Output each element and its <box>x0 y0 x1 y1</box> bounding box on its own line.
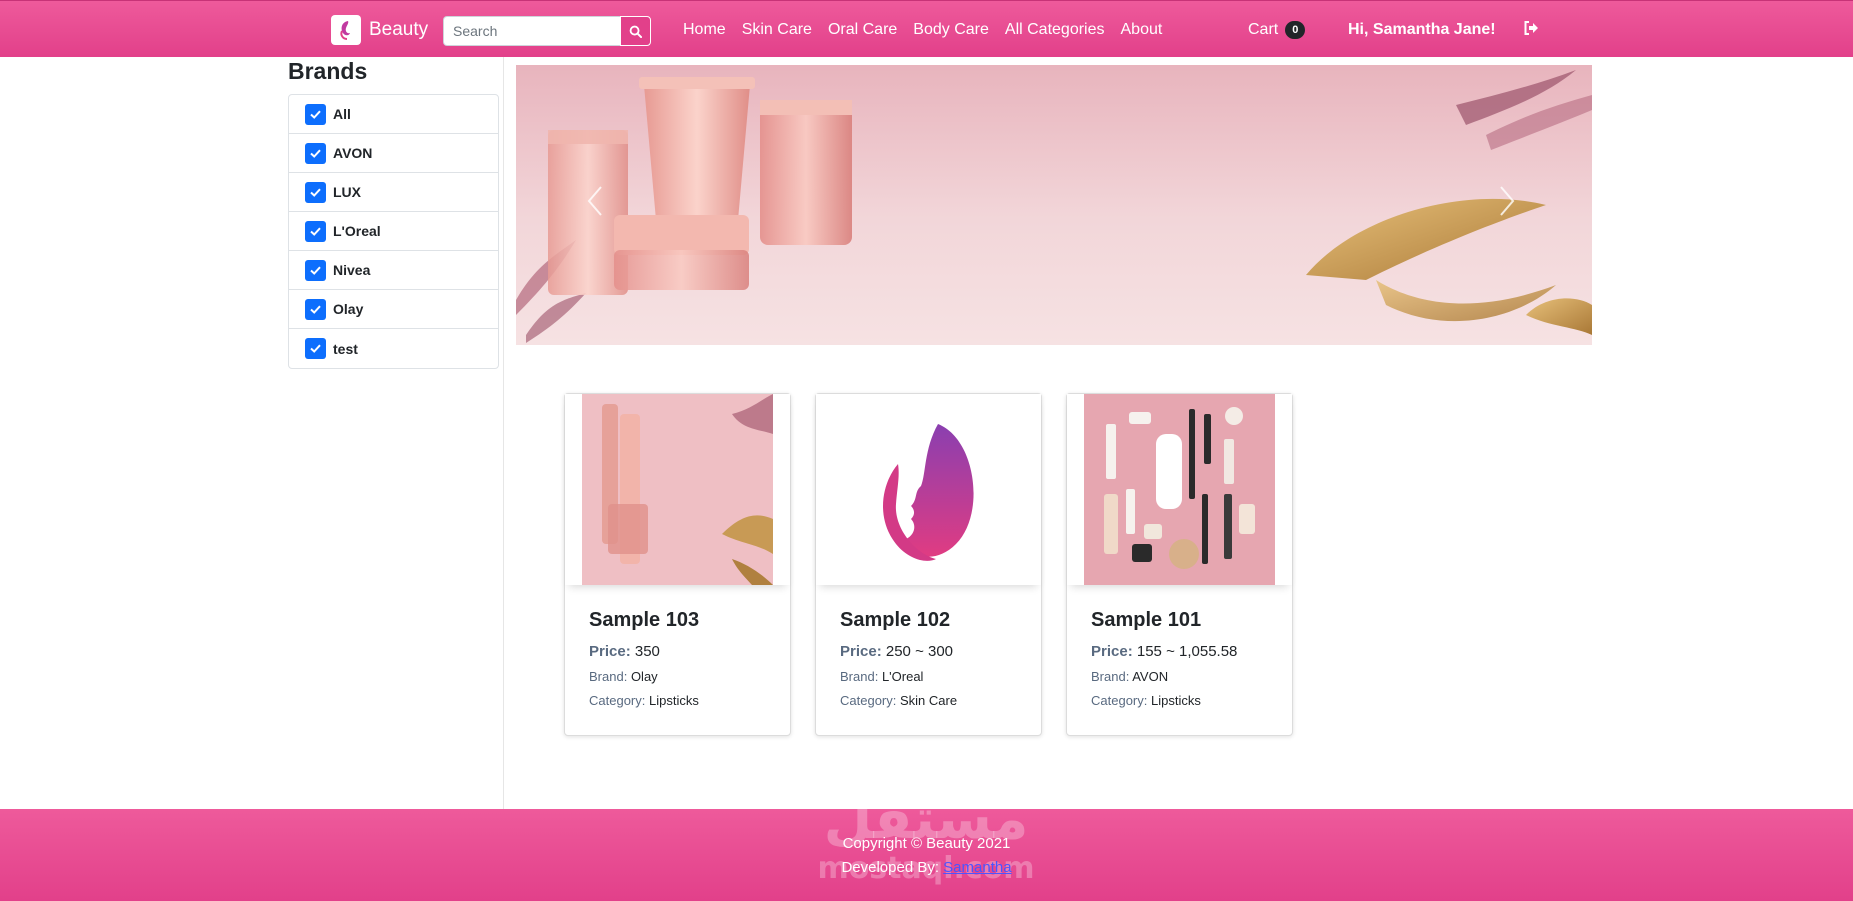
product-image <box>1084 394 1275 585</box>
category-label: Category: <box>1091 693 1148 708</box>
sign-out-icon <box>1524 21 1538 35</box>
checkbox-checked-icon[interactable] <box>305 259 326 281</box>
checkbox-checked-icon[interactable] <box>305 142 326 164</box>
brand-filter-label: Nivea <box>333 262 371 278</box>
product-image <box>582 394 773 585</box>
chevron-right-icon <box>1500 186 1515 216</box>
chevron-left-icon <box>587 186 602 216</box>
cart-label: Cart <box>1248 21 1279 38</box>
brand-label: Brand: <box>589 669 628 684</box>
brand-filter-label: LUX <box>333 184 361 200</box>
nav-all-categories[interactable]: All Categories <box>1005 21 1105 39</box>
brand-filter-label: AVON <box>333 145 373 161</box>
category-value: Skin Care <box>900 693 958 708</box>
product-category: Category: Skin Care <box>840 693 957 708</box>
brand-filter-olay[interactable]: Olay <box>289 290 498 329</box>
product-title[interactable]: Sample 103 <box>589 609 699 632</box>
price-value: 250 ~ 300 <box>885 643 954 660</box>
developed-by-label: Developed By: <box>841 859 939 876</box>
main-nav: Home Skin Care Oral Care Body Care All C… <box>683 21 1162 39</box>
search-button[interactable] <box>620 16 651 46</box>
price-label: Price: <box>1091 643 1133 660</box>
nav-home[interactable]: Home <box>683 21 726 39</box>
hero-carousel <box>516 65 1592 345</box>
developer-link[interactable]: Samantha <box>943 859 1011 876</box>
logout-button[interactable] <box>1523 20 1539 41</box>
product-title[interactable]: Sample 101 <box>1091 609 1201 632</box>
brand-filter-test[interactable]: test <box>289 329 498 368</box>
brand-filter-list: All AVON LUX L'Oreal Nivea Olay test <box>288 94 499 369</box>
brand-logo-icon <box>331 15 361 45</box>
brands-heading: Brands <box>288 58 368 84</box>
cart-count-badge: 0 <box>1285 21 1306 39</box>
brand-filter-label: Olay <box>333 301 364 317</box>
category-value: Lipsticks <box>1151 693 1201 708</box>
nav-about[interactable]: About <box>1121 21 1163 39</box>
category-value: Lipsticks <box>649 693 699 708</box>
checkbox-checked-icon[interactable] <box>305 338 326 359</box>
brand-filter-avon[interactable]: AVON <box>289 134 498 173</box>
copyright-text: Copyright © Beauty 2021 <box>842 835 1011 852</box>
price-label: Price: <box>840 643 882 660</box>
product-category: Category: Lipsticks <box>1091 693 1201 708</box>
product-brand: Brand: AVON <box>1091 669 1168 684</box>
top-navbar: Beauty Home Skin Care Oral Care Body Car… <box>0 0 1853 57</box>
price-value: 350 <box>634 643 660 660</box>
product-category: Category: Lipsticks <box>589 693 699 708</box>
brand-value: AVON <box>1132 669 1169 684</box>
category-label: Category: <box>840 693 897 708</box>
product-card[interactable]: Sample 101 Price: 155 ~ 1,055.58 Brand: … <box>1066 393 1293 736</box>
price-label: Price: <box>589 643 631 660</box>
product-title[interactable]: Sample 102 <box>840 609 950 632</box>
checkbox-checked-icon[interactable] <box>305 181 326 203</box>
checkbox-checked-icon[interactable] <box>305 103 326 125</box>
product-card[interactable]: Sample 102 Price: 250 ~ 300 Brand: L'Ore… <box>815 393 1042 736</box>
brand-filter-label: test <box>333 340 358 357</box>
brand-filter-label: L'Oreal <box>333 223 381 239</box>
brand-filter-label: All <box>333 106 351 122</box>
nav-oral-care[interactable]: Oral Care <box>828 21 897 39</box>
product-brand: Brand: Olay <box>589 669 658 684</box>
product-price: Price: 155 ~ 1,055.58 <box>1091 643 1237 660</box>
cart-link[interactable]: Cart 0 <box>1248 21 1306 39</box>
sidebar-divider <box>503 57 504 809</box>
brand-home-link[interactable]: Beauty <box>331 15 428 45</box>
checkbox-checked-icon[interactable] <box>305 298 326 320</box>
brand-filter-all[interactable]: All <box>289 95 498 134</box>
product-price: Price: 350 <box>589 643 660 660</box>
search-form <box>443 16 651 46</box>
search-icon <box>629 25 642 38</box>
brand-name: Beauty <box>369 19 429 40</box>
brand-label: Brand: <box>840 669 879 684</box>
product-image <box>816 394 1041 585</box>
brand-filter-loreal[interactable]: L'Oreal <box>289 212 498 251</box>
brand-value: L'Oreal <box>881 669 924 684</box>
product-image-frame <box>816 394 1041 585</box>
brand-filter-nivea[interactable]: Nivea <box>289 251 498 290</box>
product-image-frame <box>565 394 790 585</box>
carousel-next-button[interactable] <box>1498 185 1516 222</box>
product-brand: Brand: L'Oreal <box>840 669 923 684</box>
search-input[interactable] <box>443 16 620 46</box>
carousel-prev-button[interactable] <box>586 185 604 222</box>
brand-value: Olay <box>630 669 658 684</box>
developer-credit: Developed By: Samantha <box>0 859 1853 876</box>
product-card[interactable]: Sample 103 Price: 350 Brand: Olay Catego… <box>564 393 791 736</box>
brand-filter-lux[interactable]: LUX <box>289 173 498 212</box>
nav-body-care[interactable]: Body Care <box>913 21 989 39</box>
product-price: Price: 250 ~ 300 <box>840 643 953 660</box>
nav-skin-care[interactable]: Skin Care <box>742 21 812 39</box>
category-label: Category: <box>589 693 646 708</box>
checkbox-checked-icon[interactable] <box>305 220 326 242</box>
carousel-image <box>516 70 1592 343</box>
price-value: 155 ~ 1,055.58 <box>1136 643 1238 660</box>
brand-label: Brand: <box>1091 669 1130 684</box>
user-greeting: Hi, Samantha Jane! <box>1348 21 1496 38</box>
product-image-frame <box>1067 394 1292 585</box>
